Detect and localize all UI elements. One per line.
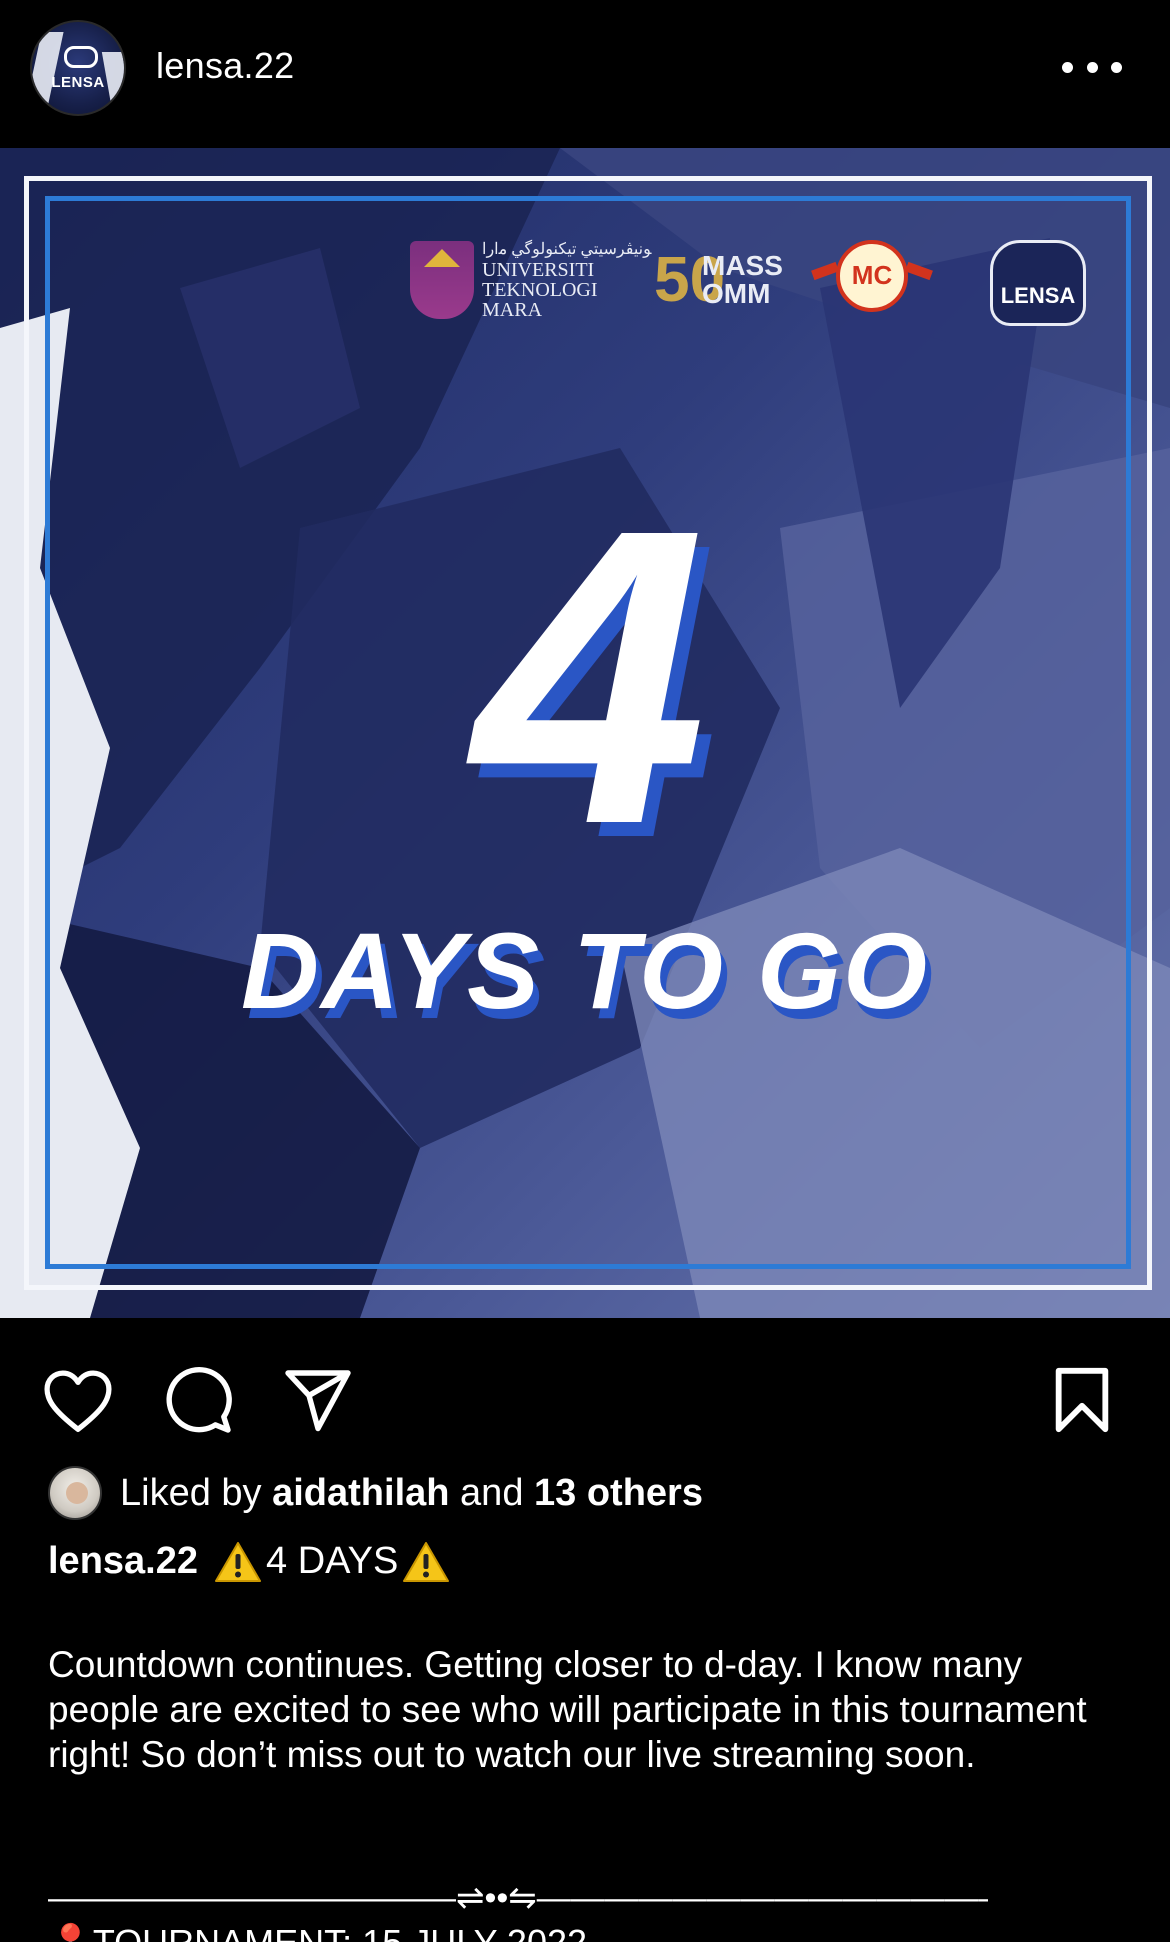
- caption-title: 4 DAYS: [266, 1540, 399, 1582]
- likes-summary[interactable]: Liked by aidathilah and 13 others: [48, 1466, 703, 1520]
- uitm-line2: TEKNOLOGI: [482, 279, 598, 301]
- sponsor-logos: ﻮﻧﻴﭭﺮﺳﻴﺘﻲ ﺗﻴﻜﻨﻮﻟﻮﮔﻲ ﻣارا UNIVERSITI TEKN…: [0, 240, 1170, 370]
- action-bar: [0, 1330, 1170, 1460]
- dot: [1062, 61, 1073, 73]
- liker-username[interactable]: aidathilah: [272, 1472, 449, 1515]
- dot: [1111, 61, 1122, 73]
- caption-next-line: 📍TOURNAMENT: 15 JULY 2022: [48, 1922, 587, 1942]
- mass-line1: MASS: [702, 250, 783, 281]
- mass-line2: OMM: [702, 278, 771, 309]
- avatar-text: LENSA: [51, 74, 105, 91]
- caption-header: lensa.22 4 DAYS: [48, 1540, 454, 1583]
- countdown-headline: DAYS TO GO: [240, 910, 930, 1031]
- bookmark-icon[interactable]: [1042, 1360, 1122, 1440]
- post-image[interactable]: ﻮﻧﻴﭭﺮﺳﻴﺘﻲ ﺗﻴﻜﻨﻮﻟﻮﮔﻲ ﻣارا UNIVERSITI TEKN…: [0, 148, 1170, 1318]
- caption-username[interactable]: lensa.22: [48, 1540, 198, 1583]
- uitm-logo: ﻮﻧﻴﭭﺮﺳﻴﺘﻲ ﺗﻴﻜﻨﻮﻟﻮﮔﻲ ﻣارا UNIVERSITI TEKN…: [410, 240, 651, 320]
- lensa-logo: LENSA: [990, 240, 1086, 326]
- lensa-text: LENSA: [1000, 283, 1076, 308]
- countdown-number: 4: [473, 443, 707, 912]
- warning-icon: [402, 1541, 450, 1583]
- uitm-arabic: ﻮﻧﻴﭭﺮﺳﻴﺘﻲ ﺗﻴﻜﻨﻮﻟﻮﮔﻲ ﻣارا: [482, 241, 652, 258]
- post-username[interactable]: lensa.22: [156, 45, 295, 87]
- caption-body: Countdown continues. Getting closer to d…: [48, 1644, 1087, 1775]
- uitm-shield-icon: [410, 241, 474, 319]
- profile-avatar[interactable]: LENSA: [30, 20, 126, 116]
- dot: [1086, 61, 1098, 73]
- likes-others-link[interactable]: 13 others: [534, 1472, 703, 1515]
- mc-text: MC: [851, 260, 893, 290]
- warning-icon: [214, 1541, 262, 1583]
- heart-icon[interactable]: [38, 1360, 118, 1440]
- likes-prefix: Liked by: [120, 1471, 262, 1514]
- uitm-line1: UNIVERSITI: [482, 259, 595, 281]
- caption-divider: ————————————⇌••⇋——————————————: [48, 1879, 988, 1917]
- gamepad-icon: [64, 46, 98, 68]
- more-options-icon[interactable]: [1062, 52, 1122, 82]
- liker-avatar[interactable]: [48, 1466, 102, 1520]
- uitm-wordmark: ﻮﻧﻴﭭﺮﺳﻴﺘﻲ ﺗﻴﻜﻨﻮﻟﻮﮔﻲ ﻣارا UNIVERSITI TEKN…: [482, 240, 651, 320]
- likes-and: and: [460, 1471, 524, 1514]
- post-header: LENSA lensa.22: [0, 0, 1170, 140]
- mass-wordmark: MASS OMM: [702, 252, 783, 308]
- comment-icon[interactable]: [158, 1360, 238, 1440]
- mc-logo: MC: [836, 240, 908, 312]
- uitm-line3: MARA: [482, 299, 543, 321]
- paper-plane-icon[interactable]: [278, 1360, 358, 1440]
